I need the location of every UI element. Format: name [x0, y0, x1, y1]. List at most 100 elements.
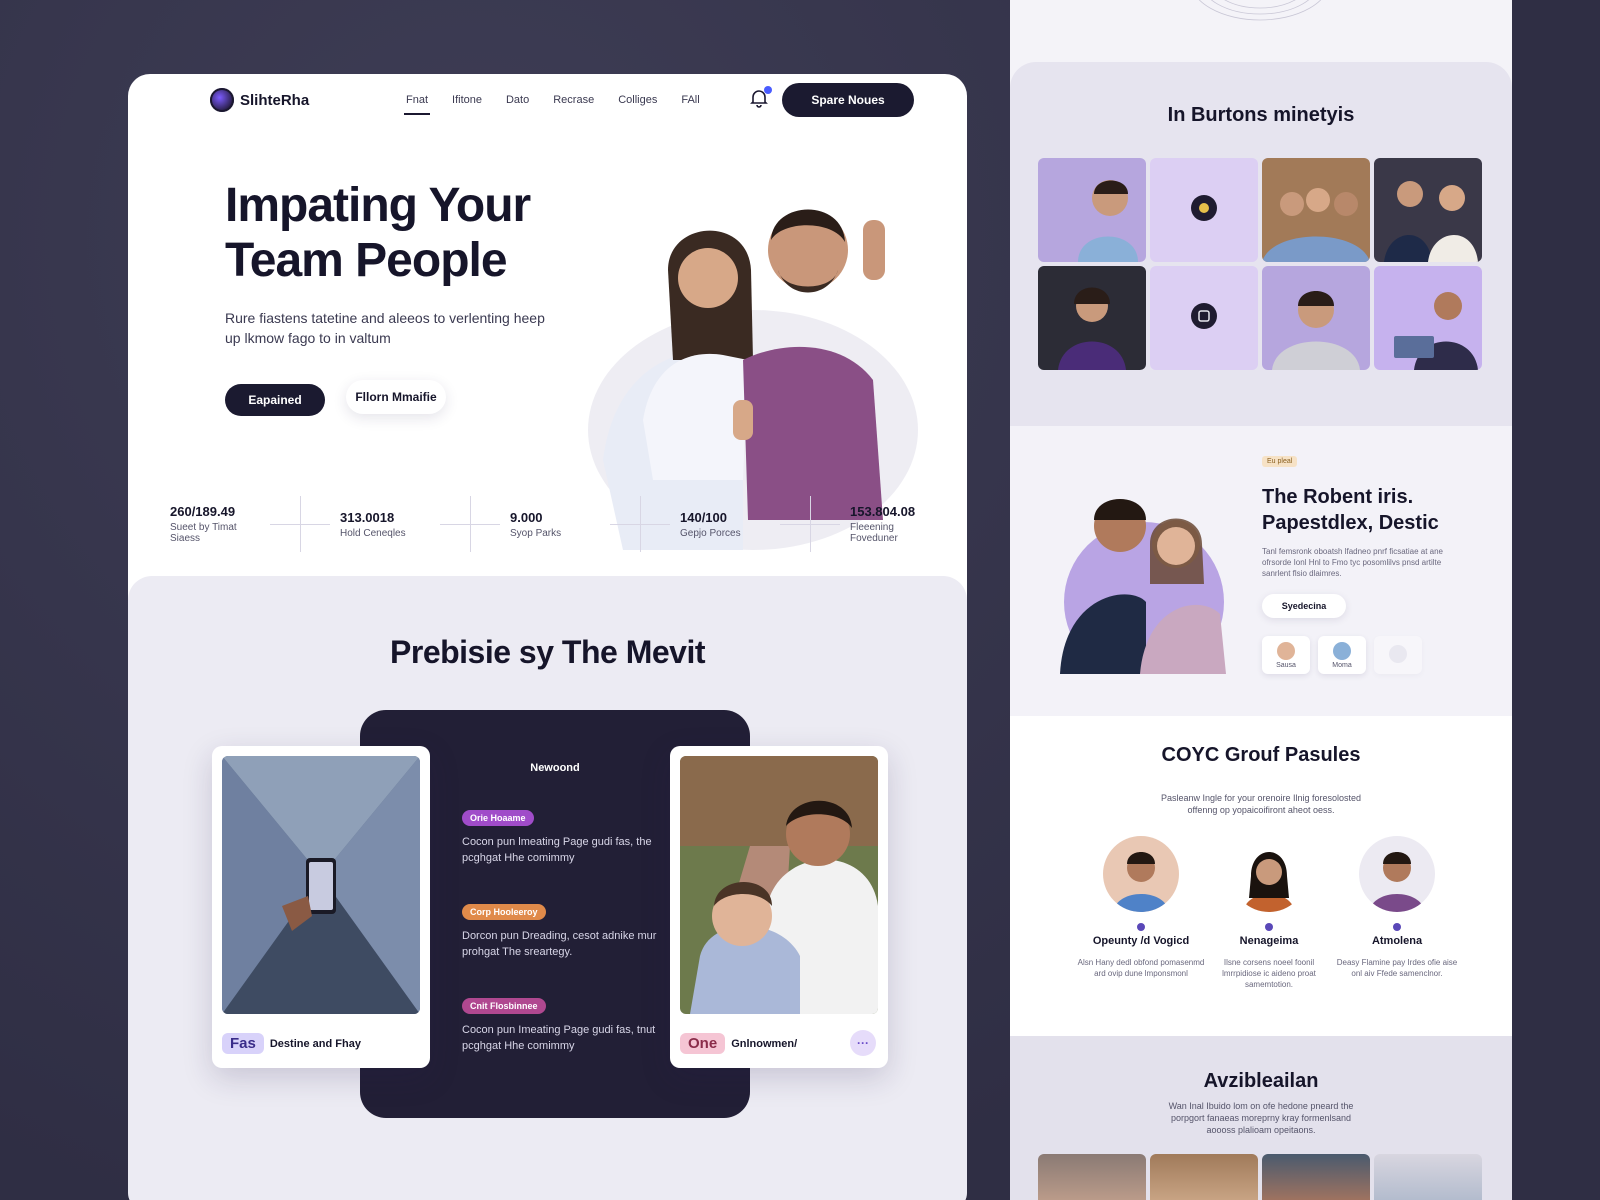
logo-icon — [210, 88, 234, 112]
thumbnail-row: Sausa Moma — [1262, 636, 1422, 674]
feature-item: Cnit Flosbinnee Cocon pun Imeating Page … — [462, 996, 662, 1054]
gallery-title: In Burtons minetyis — [1167, 104, 1355, 126]
card-caption: Gnlnowmen/ — [731, 1037, 798, 1050]
feature-button[interactable]: Syedecina — [1262, 594, 1346, 618]
stat-divider — [600, 496, 680, 552]
feature-pill[interactable]: Orie Hoaame — [462, 810, 534, 826]
strip-photo[interactable] — [1038, 1154, 1146, 1200]
photo-grid — [1038, 158, 1482, 370]
stat-value: 140/100 — [680, 509, 727, 525]
card-footer: Fas Destine and Fhay — [222, 1033, 361, 1054]
gallery-tile[interactable] — [1150, 266, 1258, 370]
gallery-tile[interactable] — [1262, 266, 1370, 370]
thumbnail-label: Sausa — [1276, 661, 1296, 669]
status-dot — [1393, 923, 1401, 931]
stat-label: Sueet by Timat Siaess — [170, 522, 237, 544]
hero-primary-button[interactable]: Eapained — [225, 384, 325, 416]
nav-link[interactable]: Colliges — [618, 94, 657, 106]
feature-text: Dorcon pun Dreading, cesot adnike mur pr… — [462, 930, 657, 958]
hero-title: Impating Your Team People — [225, 178, 585, 288]
nav-link[interactable]: Dato — [506, 94, 529, 106]
feature-item: Corp Hooleeroy Dorcon pun Dreading, ceso… — [462, 902, 662, 960]
gallery-tile[interactable] — [1374, 266, 1482, 370]
hero-secondary-button[interactable]: Fllorn Mmaifie — [346, 380, 446, 414]
gallery-tile[interactable] — [1374, 158, 1482, 262]
nav-cta-button[interactable]: Spare Noues — [782, 83, 914, 117]
feature-badge: Eu pleal — [1262, 456, 1298, 467]
thumbnail[interactable] — [1374, 636, 1422, 674]
thumbnail[interactable]: Moma — [1318, 636, 1366, 674]
nav-links: Fnat Ifitone Dato Recrase Colliges FAll — [403, 94, 700, 115]
decorative-lines-icon — [1198, 0, 1322, 21]
card-caption: Destine and Fhay — [269, 1037, 361, 1050]
feature-title: The Robent iris. Papestdlex, Destic — [1262, 486, 1439, 534]
team-avatar — [1231, 836, 1307, 912]
section-title: Prebisie sy The Mevit — [390, 634, 705, 670]
card-footer: One Gnlnowmen/ — [680, 1033, 797, 1054]
feature-item: Orie Hoaame Cocon pun lmeating Page gudi… — [462, 808, 662, 866]
team-name: Opeunty /d Vogicd — [1092, 935, 1190, 947]
strip-photo[interactable] — [1374, 1154, 1482, 1200]
feature-pill[interactable]: Corp Hooleeroy — [462, 904, 546, 920]
photo-card-left[interactable]: Fas Destine and Fhay — [212, 746, 430, 1068]
brand-logo[interactable]: SlihteRha — [210, 88, 309, 112]
feature-highlight-section: Eu pleal The Robent iris. Papestdlex, De… — [1010, 426, 1512, 716]
status-dot — [1265, 923, 1273, 931]
nav-link[interactable]: Ifitone — [452, 94, 482, 106]
team-avatar — [1359, 836, 1435, 912]
stat-item: 153.804.08 Fleeening Foveduner — [850, 504, 940, 544]
team-text: Alsn Hany dedl obfond pomasenmd ard ovip… — [1077, 958, 1205, 978]
gallery-tile[interactable] — [1038, 158, 1146, 262]
stat-item: 260/189.49 Sueet by Timat Siaess — [170, 504, 260, 544]
thumbnail[interactable]: Sausa — [1262, 636, 1310, 674]
hero-title-line: Impating Your — [225, 179, 531, 232]
team-subtitle: Pasleanw Ingle for your orenoire Ilnig f… — [1160, 793, 1362, 815]
stat-value: 9.000 — [510, 509, 543, 525]
couple-image — [1060, 499, 1226, 674]
card-tag: Fas — [222, 1033, 264, 1054]
stat-divider — [260, 496, 340, 552]
stat-value: 260/189.49 — [170, 504, 236, 519]
team-name: Nenageima — [1239, 935, 1299, 947]
availability-title: Avzibleailan — [1203, 1070, 1319, 1092]
feature-text: Cocon pun lmeating Page gudi fas, the pc… — [462, 836, 652, 864]
hero-couple-image — [588, 209, 918, 550]
thumbnail-label: Moma — [1332, 661, 1352, 669]
secondary-page-preview: In Burtons minetyis Eu pleal The Robent … — [1010, 0, 1512, 1200]
feature-pill[interactable]: Cnit Flosbinnee — [462, 998, 546, 1014]
stat-item: 140/100 Gepjo Porces — [680, 510, 770, 539]
strip-photo[interactable] — [1262, 1154, 1370, 1200]
photo-strip — [1038, 1154, 1482, 1200]
team-section: COYC Grouf Pasules Pasleanw Ingle for yo… — [1010, 716, 1512, 1036]
team-member[interactable]: Atmolena Deasy Flamine pay Irdes ofie ai… — [1332, 836, 1462, 979]
more-options-icon[interactable]: ··· — [850, 1030, 876, 1056]
hero-title-line: Team People — [225, 234, 508, 287]
stat-label: Fleeening Foveduner — [850, 522, 898, 544]
notification-dot — [764, 86, 772, 94]
stat-value: 313.0018 — [340, 509, 395, 525]
nav-link[interactable]: Fnat — [403, 94, 431, 115]
top-nav: SlihteRha Fnat Ifitone Dato Recrase Coll… — [128, 74, 967, 132]
stat-item: 313.0018 Hold Ceneqles — [340, 510, 430, 539]
gallery-tile[interactable] — [1038, 266, 1146, 370]
stat-divider — [770, 496, 850, 552]
team-text: Deasy Flamine pay Irdes ofie aise onl ai… — [1336, 958, 1458, 978]
team-member[interactable]: Opeunty /d Vogicd Alsn Hany dedl obfond … — [1076, 836, 1206, 979]
status-dot — [1137, 923, 1145, 931]
gallery-tile[interactable] — [1150, 158, 1258, 262]
gallery-section: In Burtons minetyis — [1010, 62, 1512, 426]
landing-page-preview: SlihteRha Fnat Ifitone Dato Recrase Coll… — [128, 74, 967, 1200]
nav-link[interactable]: FAll — [681, 94, 699, 106]
nav-link[interactable]: Recrase — [553, 94, 594, 106]
team-member[interactable]: Nenageima Ilsne corsens noeel foonil lmr… — [1204, 836, 1334, 990]
gallery-tile[interactable] — [1262, 158, 1370, 262]
photo-card-right[interactable]: One Gnlnowmen/ ··· — [670, 746, 888, 1068]
strip-photo[interactable] — [1150, 1154, 1258, 1200]
stat-label: Syop Parks — [510, 527, 562, 539]
notification-bell-icon[interactable] — [750, 86, 772, 110]
availability-subtitle: Wan Inal Ibuido lom on ofe hedone pneard… — [1168, 1101, 1354, 1135]
team-name: Atmolena — [1371, 935, 1423, 947]
feature-text: Cocon pun Imeating Page gudi fas, tnut p… — [462, 1024, 656, 1052]
feature-text: Tanl femsronk oboatsh lfadneo pnrf ficsa… — [1262, 547, 1443, 578]
card-tag: One — [680, 1033, 726, 1054]
